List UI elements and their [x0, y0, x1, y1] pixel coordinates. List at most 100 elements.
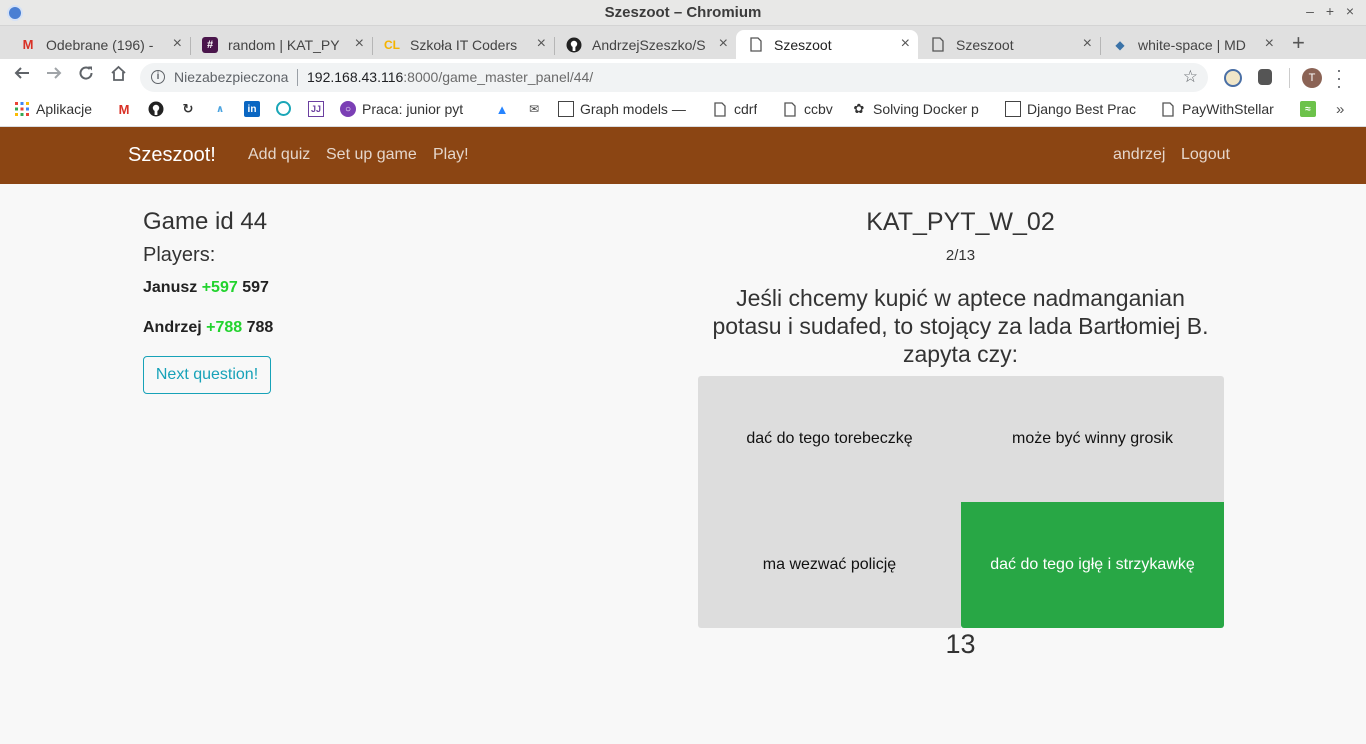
- answer-tile-correct: dać do tego igłę i strzykawkę: [961, 502, 1224, 628]
- close-icon[interactable]: ×: [1083, 35, 1092, 53]
- nav-add-quiz[interactable]: Add quiz: [248, 146, 310, 164]
- next-question-button[interactable]: Next question!: [143, 356, 271, 394]
- bookmark-ccbv[interactable]: ccbv: [782, 101, 833, 117]
- tab-coderslab[interactable]: CL Szkoła IT Coders ×: [372, 30, 555, 59]
- bookmark-aws[interactable]: ∧: [212, 101, 228, 117]
- profile-avatar[interactable]: T: [1302, 68, 1322, 88]
- extension-puzzle-icon[interactable]: [1258, 69, 1272, 85]
- aws-icon: ∧: [215, 103, 225, 115]
- tab-label: Szkoła IT Coders: [410, 36, 518, 53]
- reload-button[interactable]: [75, 65, 97, 86]
- coderslab-icon: CL: [384, 37, 400, 52]
- tab-mdn[interactable]: ◆ white-space | MD ×: [1100, 30, 1282, 59]
- tab-szeszoot[interactable]: Szeszoot ×: [918, 30, 1101, 59]
- close-icon[interactable]: ×: [719, 35, 728, 53]
- close-icon[interactable]: ×: [537, 35, 546, 53]
- bookmark-mail[interactable]: ✉: [526, 101, 542, 117]
- tab-szeszoot-active[interactable]: Szeszoot ×: [736, 30, 918, 59]
- player-name: Janusz: [143, 279, 198, 296]
- close-icon[interactable]: ×: [173, 35, 182, 53]
- home-icon: [110, 65, 126, 81]
- bookmark-praca[interactable]: ○ Praca: junior pyt: [340, 101, 474, 117]
- player-score: 788: [246, 319, 274, 336]
- search-jobs-icon: ○: [340, 101, 356, 117]
- address-bar[interactable]: i Niezabezpieczona 192.168.43.116:8000/g…: [140, 63, 1208, 92]
- new-tab-button[interactable]: +: [1292, 30, 1305, 56]
- tab-github[interactable]: AndrzejSzeszko/S ×: [554, 30, 736, 59]
- page-icon: [1160, 101, 1176, 117]
- linkedin-icon: in: [244, 101, 260, 117]
- player-row: Janusz +597 597: [143, 279, 269, 297]
- bookmarks-overflow-button[interactable]: »: [1336, 101, 1344, 118]
- maximize-button[interactable]: +: [1322, 3, 1338, 19]
- bookmark-atlassian[interactable]: ▲: [494, 101, 510, 117]
- bookmark-codewars[interactable]: ↻: [180, 101, 196, 117]
- target-icon: [276, 101, 291, 116]
- quiz-title: KAT_PYT_W_02: [866, 208, 1055, 236]
- back-button[interactable]: [11, 65, 33, 86]
- minimize-button[interactable]: –: [1302, 3, 1318, 19]
- brand-link[interactable]: Szeszoot!: [128, 144, 216, 167]
- stellar-icon: ≈: [1300, 101, 1316, 117]
- gmail-icon: M: [22, 37, 34, 52]
- tab-slack[interactable]: # random | KAT_PY ×: [190, 30, 373, 59]
- close-icon[interactable]: ×: [901, 35, 910, 53]
- menu-icon[interactable]: · · ·: [1336, 61, 1342, 95]
- address-divider: [297, 69, 298, 86]
- forward-button[interactable]: [43, 65, 65, 86]
- security-label[interactable]: Niezabezpieczona: [174, 69, 288, 85]
- arrow-right-icon: [47, 67, 62, 79]
- answer-tile: ma wezwać policję: [698, 502, 961, 628]
- bookmark-target[interactable]: [276, 101, 291, 116]
- arrow-left-icon: [14, 67, 29, 79]
- browser-toolbar: i Niezabezpieczona 192.168.43.116:8000/g…: [0, 59, 1366, 95]
- player-score-delta: +788: [206, 319, 243, 336]
- bookmark-graph-models[interactable]: Graph models —: [558, 101, 692, 117]
- player-score-delta: +597: [201, 279, 238, 296]
- answer-tile: może być winny grosik: [961, 376, 1224, 502]
- tab-label: Szeszoot: [774, 36, 832, 53]
- bookmark-star-icon[interactable]: ☆: [1183, 67, 1198, 87]
- nav-logout[interactable]: Logout: [1181, 146, 1230, 164]
- tab-gmail[interactable]: M Odebrane (196) - ×: [8, 30, 191, 59]
- bookmark-linkedin[interactable]: in: [244, 101, 260, 117]
- nav-play[interactable]: Play!: [433, 146, 469, 164]
- player-row: Andrzej +788 788: [143, 319, 273, 337]
- bookmark-label: ccbv: [804, 101, 833, 117]
- player-name: Andrzej: [143, 319, 202, 336]
- game-id-heading: Game id 44: [143, 208, 268, 235]
- mail-icon: ✉: [528, 102, 540, 116]
- bookmark-stellar[interactable]: ≈: [1300, 101, 1316, 117]
- info-icon[interactable]: i: [151, 70, 165, 84]
- close-icon[interactable]: ×: [1265, 35, 1274, 53]
- extension-owl-icon[interactable]: [1224, 69, 1242, 87]
- home-button[interactable]: [107, 65, 129, 86]
- github-icon: [566, 37, 582, 53]
- window-titlebar: Szeszoot – Chromium – + ×: [0, 0, 1366, 26]
- bookmark-paywithstellar[interactable]: PayWithStellar: [1160, 101, 1274, 117]
- bookmark-github[interactable]: [148, 101, 164, 117]
- url-text[interactable]: 192.168.43.116:8000/game_master_panel/44…: [307, 69, 593, 85]
- page-icon: [748, 37, 764, 53]
- nav-set-up-game[interactable]: Set up game: [326, 146, 417, 164]
- bookmark-django-best[interactable]: Django Best Prac: [1005, 101, 1141, 117]
- close-icon[interactable]: ×: [355, 35, 364, 53]
- question-text: Jeśli chcemy kupić w aptece nadmanganian…: [712, 285, 1209, 367]
- window-title: Szeszoot – Chromium: [604, 4, 762, 21]
- bookmark-apps[interactable]: Aplikacje: [14, 101, 92, 117]
- jetbrains-icon: JJ: [308, 101, 324, 117]
- close-window-button[interactable]: ×: [1342, 3, 1358, 19]
- doc-grid-icon: [558, 101, 574, 117]
- nav-user[interactable]: andrzej: [1113, 146, 1165, 164]
- app-navbar: Szeszoot! Add quiz Set up game Play! and…: [0, 127, 1366, 184]
- bookmark-jetbrains[interactable]: JJ: [308, 101, 324, 117]
- slack-icon: #: [202, 36, 218, 53]
- bookmark-label: cdrf: [734, 101, 758, 117]
- bookmark-cdrf[interactable]: cdrf: [712, 101, 757, 117]
- countdown-timer: 13: [945, 629, 976, 659]
- bookmark-gmail[interactable]: M: [116, 101, 132, 117]
- tab-label: white-space | MD: [1138, 36, 1246, 53]
- bookmark-solving-docker[interactable]: ✿ Solving Docker p: [851, 101, 987, 117]
- codewars-icon: ↻: [182, 101, 194, 116]
- bookmark-label: Aplikacje: [36, 101, 93, 117]
